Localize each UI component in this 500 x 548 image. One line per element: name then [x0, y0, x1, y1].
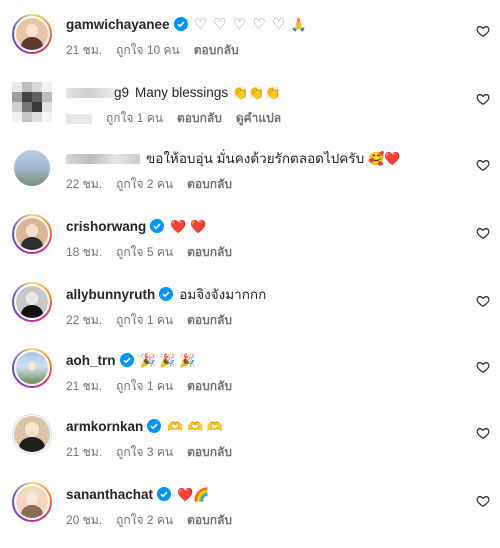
avatar[interactable]	[12, 414, 52, 454]
comment-item: ขอให้อบอุ่น มั่นคงด้วยรักตลอดไปครับ 🥰❤️ 2…	[0, 142, 500, 202]
username[interactable]: crishorwang	[66, 219, 146, 234]
comment-emoji: 👏👏👏	[232, 85, 281, 100]
comment-emoji: 🎉 🎉 🎉	[139, 353, 196, 368]
like-count[interactable]: ถูกใจ 2 คน	[116, 513, 173, 527]
avatar[interactable]	[12, 14, 52, 54]
comment-item: g9 Many blessings 👏👏👏 ถูกใจ 1 คน ตอบกลับ ดูค…	[0, 76, 500, 136]
username[interactable]: sananthachat	[66, 487, 153, 502]
reply-button[interactable]: ตอบกลับ	[177, 111, 222, 125]
blurred-username	[66, 88, 114, 99]
reply-button[interactable]: ตอบกลับ	[187, 513, 232, 527]
username[interactable]: aoh_trn	[66, 353, 116, 368]
see-translation-button[interactable]: ดูคำแปล	[236, 111, 281, 125]
heart-icon[interactable]	[476, 226, 490, 240]
like-count[interactable]: ถูกใจ 2 คน	[116, 177, 173, 191]
comment-time[interactable]: 21 ชม.	[66, 43, 102, 57]
reply-button[interactable]: ตอบกลับ	[187, 245, 232, 259]
avatar[interactable]	[12, 148, 52, 188]
comment-item: allybunnyruth อมจิงจังมากกก 22 ชม. ถูกใจ 1…	[0, 276, 500, 336]
reply-button[interactable]: ตอบกลับ	[194, 43, 239, 57]
avatar[interactable]	[12, 82, 52, 122]
verified-badge-icon	[157, 487, 172, 501]
comment-item: sananthachat ❤️🌈 20 ชม. ถูกใจ 2 คน ตอบกลับ	[0, 476, 500, 536]
reply-button[interactable]: ตอบกลับ	[187, 379, 232, 393]
comment-time[interactable]: 18 ชม.	[66, 245, 102, 259]
comment-emoji: ❤️ ❤️	[170, 219, 207, 234]
blurred-username	[66, 154, 140, 165]
comment-emoji: 🙏	[290, 17, 307, 32]
username[interactable]: gamwichayanee	[66, 17, 170, 32]
comment-item: aoh_trn 🎉 🎉 🎉 21 ชม. ถูกใจ 1 คน ตอบกลับ	[0, 342, 500, 402]
comment-text: ♡ ♡ ♡ ♡ ♡	[193, 16, 287, 33]
username[interactable]: g9	[114, 85, 129, 100]
comment-time[interactable]: 21 ชม.	[66, 445, 102, 459]
avatar[interactable]	[12, 348, 52, 388]
heart-icon[interactable]	[476, 426, 490, 440]
comment-text: ขอให้อบอุ่น มั่นคงด้วยรักตลอดไปครับ	[146, 151, 365, 166]
comment-text: Many blessings	[135, 85, 229, 100]
heart-icon[interactable]	[476, 294, 490, 308]
heart-icon[interactable]	[476, 494, 490, 508]
avatar[interactable]	[12, 482, 52, 522]
comment-emoji: 🫶 🫶 🫶	[167, 419, 224, 434]
avatar[interactable]	[12, 282, 52, 322]
like-count[interactable]: ถูกใจ 5 คน	[116, 245, 173, 259]
comment-emoji: ❤️🌈	[177, 487, 210, 502]
like-count[interactable]: ถูกใจ 1 คน	[106, 111, 163, 125]
comment-time[interactable]: 21 ชม.	[66, 379, 102, 393]
verified-badge-icon	[173, 17, 188, 31]
heart-icon[interactable]	[476, 360, 490, 374]
verified-badge-icon	[150, 219, 165, 233]
comment-item: armkornkan 🫶 🫶 🫶 21 ชม. ถูกใจ 3 คน ตอบกลับ	[0, 408, 500, 468]
like-count[interactable]: ถูกใจ 1 คน	[116, 313, 173, 327]
comment-item: gamwichayanee ♡ ♡ ♡ ♡ ♡ 🙏 21 ชม. ถูกใจ 10 ค…	[0, 8, 500, 68]
like-count[interactable]: ถูกใจ 3 คน	[116, 445, 173, 459]
comment-text: อมจิงจังมากกก	[179, 287, 267, 302]
username[interactable]: armkornkan	[66, 419, 143, 434]
avatar[interactable]	[12, 214, 52, 254]
username[interactable]: allybunnyruth	[66, 287, 155, 302]
like-count[interactable]: ถูกใจ 10 คน	[116, 43, 180, 57]
heart-icon[interactable]	[476, 24, 490, 38]
comment-emoji: 🥰❤️	[368, 151, 401, 166]
reply-button[interactable]: ตอบกลับ	[187, 445, 232, 459]
comment-item: crishorwang ❤️ ❤️ 18 ชม. ถูกใจ 5 คน ตอบกลับ	[0, 208, 500, 268]
comment-time[interactable]: 22 ชม.	[66, 177, 102, 191]
comment-time[interactable]: 22 ชม.	[66, 313, 102, 327]
reply-button[interactable]: ตอบกลับ	[187, 313, 232, 327]
verified-badge-icon	[119, 353, 134, 367]
heart-icon[interactable]	[476, 92, 490, 106]
reply-button[interactable]: ตอบกลับ	[187, 177, 232, 191]
verified-badge-icon	[159, 287, 174, 301]
blurred-time	[66, 113, 92, 124]
heart-icon[interactable]	[476, 158, 490, 172]
like-count[interactable]: ถูกใจ 1 คน	[116, 379, 173, 393]
verified-badge-icon	[147, 419, 162, 433]
comment-time[interactable]: 20 ชม.	[66, 513, 102, 527]
